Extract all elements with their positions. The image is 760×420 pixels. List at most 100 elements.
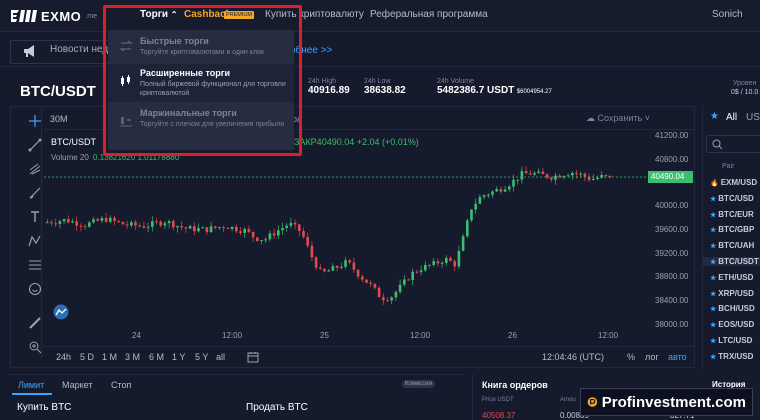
range-5y[interactable]: 5 Y xyxy=(195,352,208,362)
stat-value: 5482386.7 USDT xyxy=(437,85,515,96)
candle-body xyxy=(520,171,524,180)
candle-body xyxy=(163,223,167,226)
fire-icon[interactable]: 🔥 xyxy=(710,180,719,187)
tab-usd[interactable]: US xyxy=(746,112,760,123)
candle-body xyxy=(180,225,183,228)
candle-body xyxy=(470,209,473,221)
star-icon[interactable]: ★ xyxy=(710,354,716,361)
market-pair-row[interactable]: ★ EOS/USD xyxy=(702,320,760,329)
star-icon[interactable]: ★ xyxy=(710,259,716,266)
pattern-icon[interactable] xyxy=(28,234,42,248)
candle-body xyxy=(260,240,263,242)
star-icon[interactable]: ★ xyxy=(710,196,716,203)
ruler-icon[interactable] xyxy=(28,316,42,330)
price-axis-label: 41200.00 xyxy=(655,131,689,140)
market-pair-label: XRP/USD xyxy=(718,288,754,298)
profinvestment-watermark: Profinvestment.com xyxy=(580,388,753,416)
candle-body xyxy=(130,222,133,226)
range-5d[interactable]: 5 D xyxy=(80,352,94,362)
candle-body xyxy=(272,233,276,236)
market-pair-row[interactable]: ★ BTC/USDT xyxy=(702,257,760,266)
candle-body xyxy=(218,227,221,229)
range-all[interactable]: all xyxy=(216,352,225,362)
price-axis-label: 38400.00 xyxy=(655,296,689,305)
tradingview-logo-icon[interactable] xyxy=(52,304,70,320)
zoom-in-icon[interactable] xyxy=(28,340,42,354)
pair-column-header: Pair xyxy=(722,163,735,170)
market-pair-label: BCH/USD xyxy=(718,304,755,314)
megaphone-icon xyxy=(24,45,34,57)
market-pair-label: EOS/USD xyxy=(718,320,755,330)
tab-market[interactable]: Маркет xyxy=(62,380,92,390)
candle-body xyxy=(550,177,553,180)
user-menu[interactable]: Sonich xyxy=(712,9,743,20)
range-1m[interactable]: 1 M xyxy=(102,352,117,362)
market-pair-row[interactable]: ★ TRX/USD xyxy=(702,352,760,361)
star-icon[interactable]: ★ xyxy=(710,322,716,329)
market-search-input[interactable] xyxy=(706,135,760,153)
nav-referral-link[interactable]: Реферальная программа xyxy=(370,9,488,20)
save-layout-button[interactable]: ☁ Сохранить ˅ xyxy=(586,113,650,124)
market-pair-row[interactable]: ★ ETH/USD xyxy=(702,273,760,282)
calendar-icon[interactable] xyxy=(247,351,259,363)
active-tab-underline xyxy=(12,393,52,395)
fib-icon[interactable] xyxy=(28,258,42,272)
crosshair-icon[interactable] xyxy=(28,114,42,128)
market-pair-row[interactable]: ★ LTC/USD xyxy=(702,336,760,345)
market-pair-row[interactable]: ★ XRP/USD xyxy=(702,289,760,298)
market-pair-row[interactable]: ★ BCH/USD xyxy=(702,304,760,313)
text-tool-icon[interactable] xyxy=(28,210,42,224)
range-3m[interactable]: 3 M xyxy=(125,352,140,362)
range-1y[interactable]: 1 Y xyxy=(172,352,185,362)
star-icon[interactable]: ★ xyxy=(710,275,716,282)
log-scale-toggle[interactable]: лог xyxy=(645,352,659,362)
emoji-icon[interactable] xyxy=(28,282,42,296)
star-icon[interactable]: ★ xyxy=(710,227,716,234)
utc-clock[interactable]: 12:04:46 (UTC) xyxy=(542,352,604,362)
candle-body xyxy=(247,229,251,232)
timeframe-selector[interactable]: 30M xyxy=(50,114,68,124)
market-pair-row[interactable]: ★ BTC/GBP xyxy=(702,225,760,234)
candle-body xyxy=(369,282,372,284)
candle-body xyxy=(466,220,469,237)
auto-scale-toggle[interactable]: авто xyxy=(668,352,687,362)
candle-body xyxy=(340,266,343,268)
range-6m[interactable]: 6 M xyxy=(149,352,164,362)
candle-body xyxy=(348,260,351,263)
market-pair-row[interactable]: 🔥 EXM/USD xyxy=(702,178,760,187)
market-pair-row[interactable]: ★ BTC/EUR xyxy=(702,210,760,219)
star-icon[interactable]: ★ xyxy=(710,291,716,298)
exmo-logo[interactable]: EXMO .me xyxy=(10,8,97,24)
percent-scale-toggle[interactable]: % xyxy=(627,352,635,362)
tab-all[interactable]: All xyxy=(726,112,737,123)
star-icon[interactable]: ★ xyxy=(710,306,716,313)
candle-body xyxy=(251,231,255,238)
candle-body xyxy=(243,229,246,233)
market-pair-row[interactable]: ★ BTC/USD xyxy=(702,194,760,203)
candle-body xyxy=(566,175,570,177)
candle-body xyxy=(499,189,503,192)
orderbook-row-price[interactable]: 40508.37 xyxy=(482,411,515,420)
range-24h[interactable]: 24h xyxy=(56,352,71,362)
candle-group xyxy=(46,166,612,305)
commission-badge[interactable]: Комиссии xyxy=(402,380,436,388)
star-icon[interactable]: ★ xyxy=(710,338,716,345)
fork-icon[interactable] xyxy=(28,162,42,176)
favorites-star-icon[interactable]: ★ xyxy=(710,111,719,122)
star-icon[interactable]: ★ xyxy=(710,243,716,250)
stat-sub-value: $6004954.27 xyxy=(516,89,552,95)
brush-icon[interactable] xyxy=(28,186,42,200)
tab-limit[interactable]: Лимит xyxy=(18,380,44,390)
trendline-icon[interactable] xyxy=(28,138,42,152)
candle-body xyxy=(604,174,608,176)
star-icon[interactable]: ★ xyxy=(710,212,716,219)
exmo-logo-icon xyxy=(11,10,37,22)
candle-body xyxy=(281,227,284,231)
market-pair-row[interactable]: ★ BTC/UAH xyxy=(702,241,760,250)
candle-body xyxy=(335,265,339,268)
market-pair-label: BTC/UAH xyxy=(718,241,755,251)
chevron-down-icon: ˅ xyxy=(644,113,651,123)
candle-body xyxy=(298,224,301,231)
candle-body xyxy=(352,262,356,270)
tab-stop[interactable]: Стоп xyxy=(111,380,131,390)
